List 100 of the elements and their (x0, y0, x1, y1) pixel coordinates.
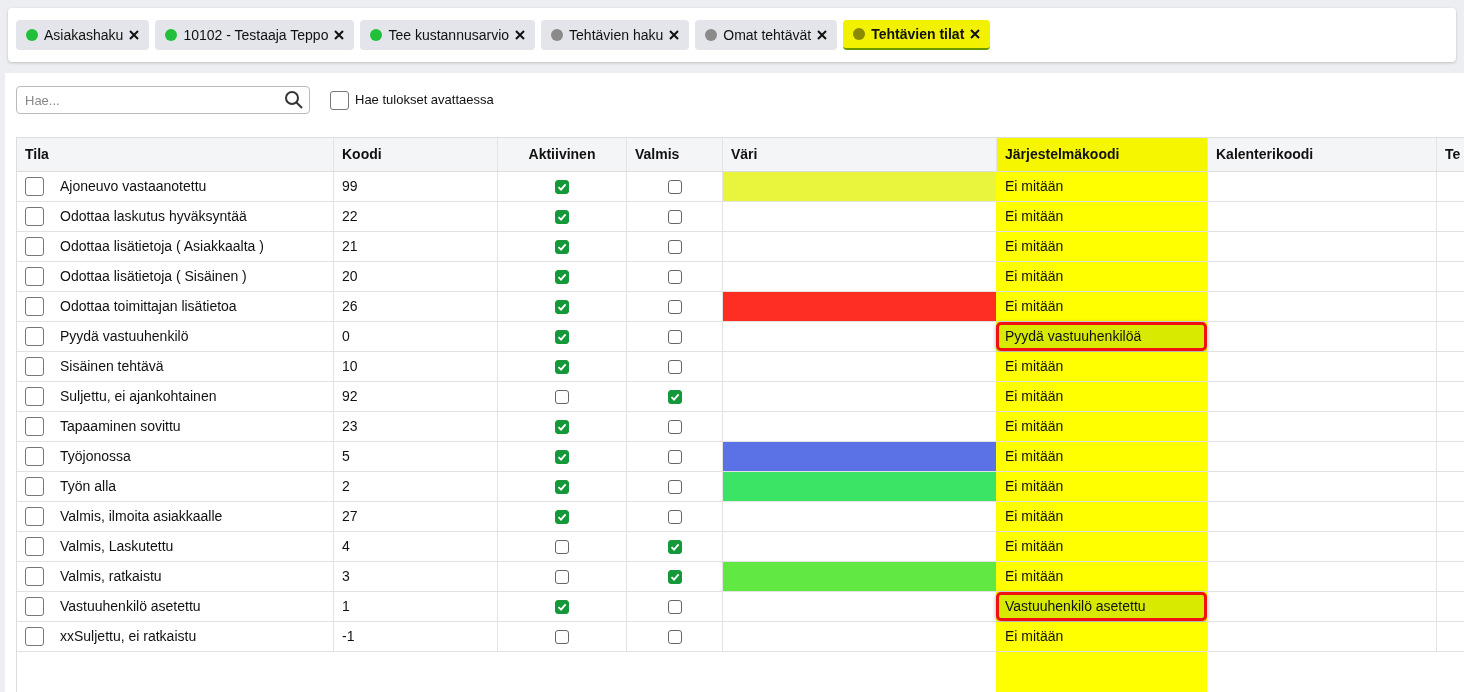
checkbox[interactable] (667, 239, 682, 254)
checkbox[interactable] (555, 359, 569, 374)
close-icon[interactable] (970, 29, 981, 39)
checkbox[interactable] (555, 389, 569, 404)
close-icon[interactable] (669, 30, 680, 40)
row-checkbox[interactable] (25, 357, 44, 376)
checkbox[interactable] (555, 269, 569, 284)
table-cell-text: Valmis, Laskutettu (60, 537, 174, 556)
checkbox[interactable] (667, 599, 682, 614)
close-icon[interactable] (334, 30, 345, 40)
checkbox[interactable] (667, 509, 682, 524)
checkbox[interactable] (555, 239, 569, 254)
checkbox[interactable] (667, 569, 682, 584)
checkbox[interactable] (667, 359, 682, 374)
column-header[interactable]: Te (1436, 138, 1464, 171)
table-cell-text: Ei mitään (1004, 507, 1065, 526)
checkbox[interactable] (667, 479, 682, 494)
table-cell-text: Ei mitään (1004, 417, 1065, 436)
row-checkbox[interactable] (25, 447, 44, 466)
table-cell-text: Vastuuhenkilö asetettu (60, 597, 201, 616)
row-checkbox[interactable] (25, 177, 44, 196)
table-cell-text: 21 (342, 237, 358, 256)
checkbox[interactable] (330, 90, 349, 110)
checkbox[interactable] (667, 449, 682, 464)
tab[interactable]: 10102 - Testaaja Teppo (155, 20, 355, 50)
table-cell-text: 27 (342, 507, 358, 526)
table-cell-text: -1 (342, 627, 355, 646)
checkbox[interactable] (555, 209, 569, 224)
table-cell-text: 5 (342, 447, 350, 466)
table-cell-text: 4 (342, 537, 350, 556)
table-cell-text: Ei mitään (1004, 177, 1065, 196)
checkbox[interactable] (555, 509, 569, 524)
table-cell: Pyydä vastuuhenkilöä (996, 322, 1207, 351)
checkbox[interactable] (667, 539, 682, 554)
row-checkbox[interactable] (25, 597, 44, 616)
table-cell-text: 2 (342, 477, 350, 496)
close-icon[interactable] (515, 30, 526, 40)
column-header[interactable]: Koodi (333, 138, 497, 171)
table-cell-text: Ajoneuvo vastaanotettu (60, 177, 207, 196)
checkbox[interactable] (555, 449, 569, 464)
checkbox[interactable] (555, 299, 569, 314)
checkbox[interactable] (667, 269, 682, 284)
table-cell-text: 1 (342, 597, 350, 616)
table-cell-text: Työn alla (60, 477, 117, 496)
table-cell-text: 3 (342, 567, 350, 586)
table-cell-text: Ei mitään (1004, 357, 1065, 376)
row-checkbox[interactable] (25, 567, 44, 586)
close-icon[interactable] (129, 30, 140, 40)
table-cell-text: Odottaa lisätietoja ( Asiakkaalta ) (60, 237, 264, 256)
table-cell-text: Ei mitään (1004, 207, 1065, 226)
table-cell-text: 22 (342, 207, 358, 226)
checkbox[interactable] (555, 629, 569, 644)
checkbox[interactable] (555, 179, 569, 194)
close-icon[interactable] (817, 30, 828, 40)
table-cell-text: 0 (342, 327, 350, 346)
table-cell-text: 99 (342, 177, 358, 196)
column-header[interactable]: Kalenterikoodi (1207, 138, 1436, 171)
row-checkbox[interactable] (25, 207, 44, 226)
tab[interactable]: Asiakashaku (16, 20, 150, 50)
checkbox[interactable] (667, 419, 682, 434)
checkbox[interactable] (555, 479, 569, 494)
column-header[interactable]: Järjestelmäkoodi (996, 138, 1207, 171)
checkbox-label: Hae tulokset avattaessa (355, 91, 494, 110)
column-header[interactable]: Aktiivinen (497, 138, 626, 171)
table-cell-text: 20 (342, 267, 358, 286)
checkbox[interactable] (667, 299, 682, 314)
table-cell-text: 10 (342, 357, 358, 376)
tab[interactable]: Tehtävien tilat (843, 20, 991, 50)
row-checkbox[interactable] (25, 267, 44, 286)
checkbox[interactable] (667, 209, 682, 224)
checkbox[interactable] (555, 419, 569, 434)
table-cell-text: 23 (342, 417, 358, 436)
row-checkbox[interactable] (25, 507, 44, 526)
column-header[interactable]: Valmis (626, 138, 722, 171)
row-checkbox[interactable] (25, 417, 44, 436)
search-field[interactable]: Hae... (16, 86, 310, 114)
table-cell-text: Suljettu, ei ajankohtainen (60, 387, 217, 406)
checkbox[interactable] (667, 179, 682, 194)
row-checkbox[interactable] (25, 537, 44, 556)
checkbox[interactable] (555, 539, 569, 554)
checkbox[interactable] (555, 329, 569, 344)
tab[interactable]: Tehtävien haku (541, 20, 690, 50)
table-cell-text: Ei mitään (1004, 477, 1065, 496)
tab[interactable]: Tee kustannusarvio (360, 20, 536, 50)
checkbox[interactable] (555, 569, 569, 584)
table-cell-text: Sisäinen tehtävä (60, 357, 164, 376)
tab[interactable]: Omat tehtävät (695, 20, 838, 50)
row-checkbox[interactable] (25, 387, 44, 406)
table-cell-text: Ei mitään (1004, 567, 1065, 586)
column-header[interactable]: Tila (17, 138, 333, 171)
checkbox[interactable] (555, 599, 569, 614)
checkbox[interactable] (667, 389, 682, 404)
row-checkbox[interactable] (25, 237, 44, 256)
row-checkbox[interactable] (25, 327, 44, 346)
row-checkbox[interactable] (25, 297, 44, 316)
row-checkbox[interactable] (25, 627, 44, 646)
row-checkbox[interactable] (25, 477, 44, 496)
checkbox[interactable] (667, 629, 682, 644)
table-cell-text: Ei mitään (1004, 237, 1065, 256)
checkbox[interactable] (667, 329, 682, 344)
